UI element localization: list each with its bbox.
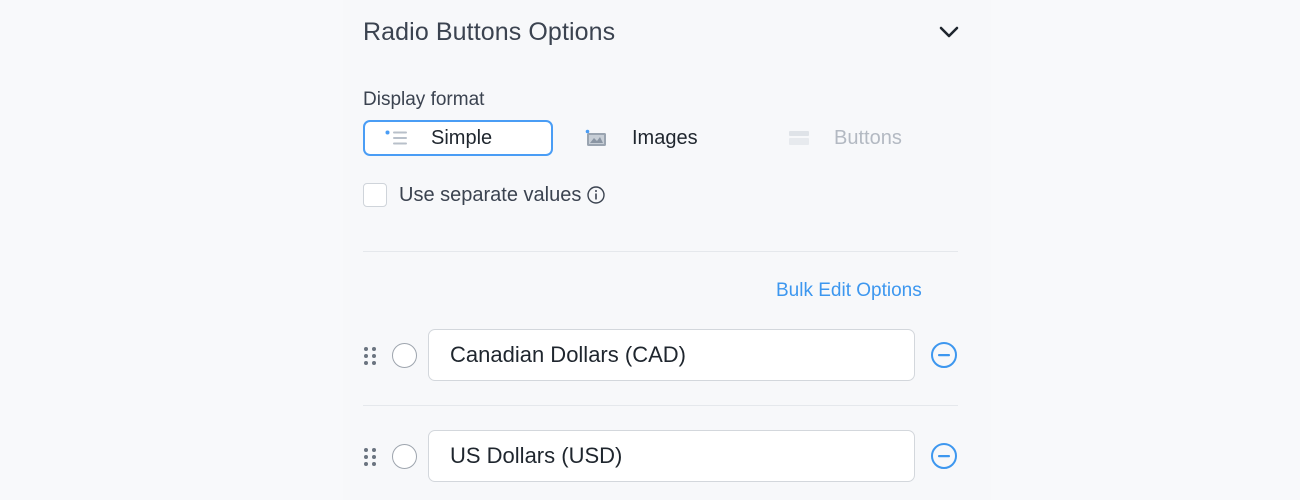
format-option-buttons[interactable]: Buttons xyxy=(788,120,902,156)
option-value-input[interactable] xyxy=(428,329,915,381)
separate-values-label: Use separate values xyxy=(399,183,582,206)
display-format-selector: Simple Images Buttons xyxy=(363,120,963,156)
option-value-input[interactable] xyxy=(428,430,915,482)
format-option-label: Images xyxy=(632,126,698,149)
list-icon xyxy=(385,130,409,146)
remove-option-icon[interactable] xyxy=(930,341,958,369)
image-icon xyxy=(585,129,607,147)
panel-title: Radio Buttons Options xyxy=(363,17,616,46)
drag-handle-icon[interactable] xyxy=(363,447,377,467)
chevron-down-icon[interactable] xyxy=(935,18,963,46)
drag-handle-icon[interactable] xyxy=(363,346,377,366)
remove-option-icon[interactable] xyxy=(930,442,958,470)
separate-values-checkbox[interactable] xyxy=(363,183,387,207)
option-row xyxy=(363,329,963,381)
bulk-edit-options-link[interactable]: Bulk Edit Options xyxy=(776,280,922,302)
format-option-label: Buttons xyxy=(834,126,902,149)
format-option-label: Simple xyxy=(431,126,493,149)
separate-values-row: Use separate values xyxy=(363,182,606,208)
section-divider xyxy=(363,251,958,252)
format-option-simple[interactable]: Simple xyxy=(363,120,553,156)
option-divider xyxy=(363,405,958,406)
option-row xyxy=(363,430,963,482)
buttons-icon xyxy=(788,129,810,147)
info-icon[interactable] xyxy=(586,185,606,205)
format-option-images[interactable]: Images xyxy=(585,120,698,156)
display-format-label: Display format xyxy=(363,89,485,110)
radio-options-panel xyxy=(343,0,991,500)
panel-header[interactable]: Radio Buttons Options xyxy=(363,12,963,52)
option-default-radio[interactable] xyxy=(392,444,417,469)
option-default-radio[interactable] xyxy=(392,343,417,368)
